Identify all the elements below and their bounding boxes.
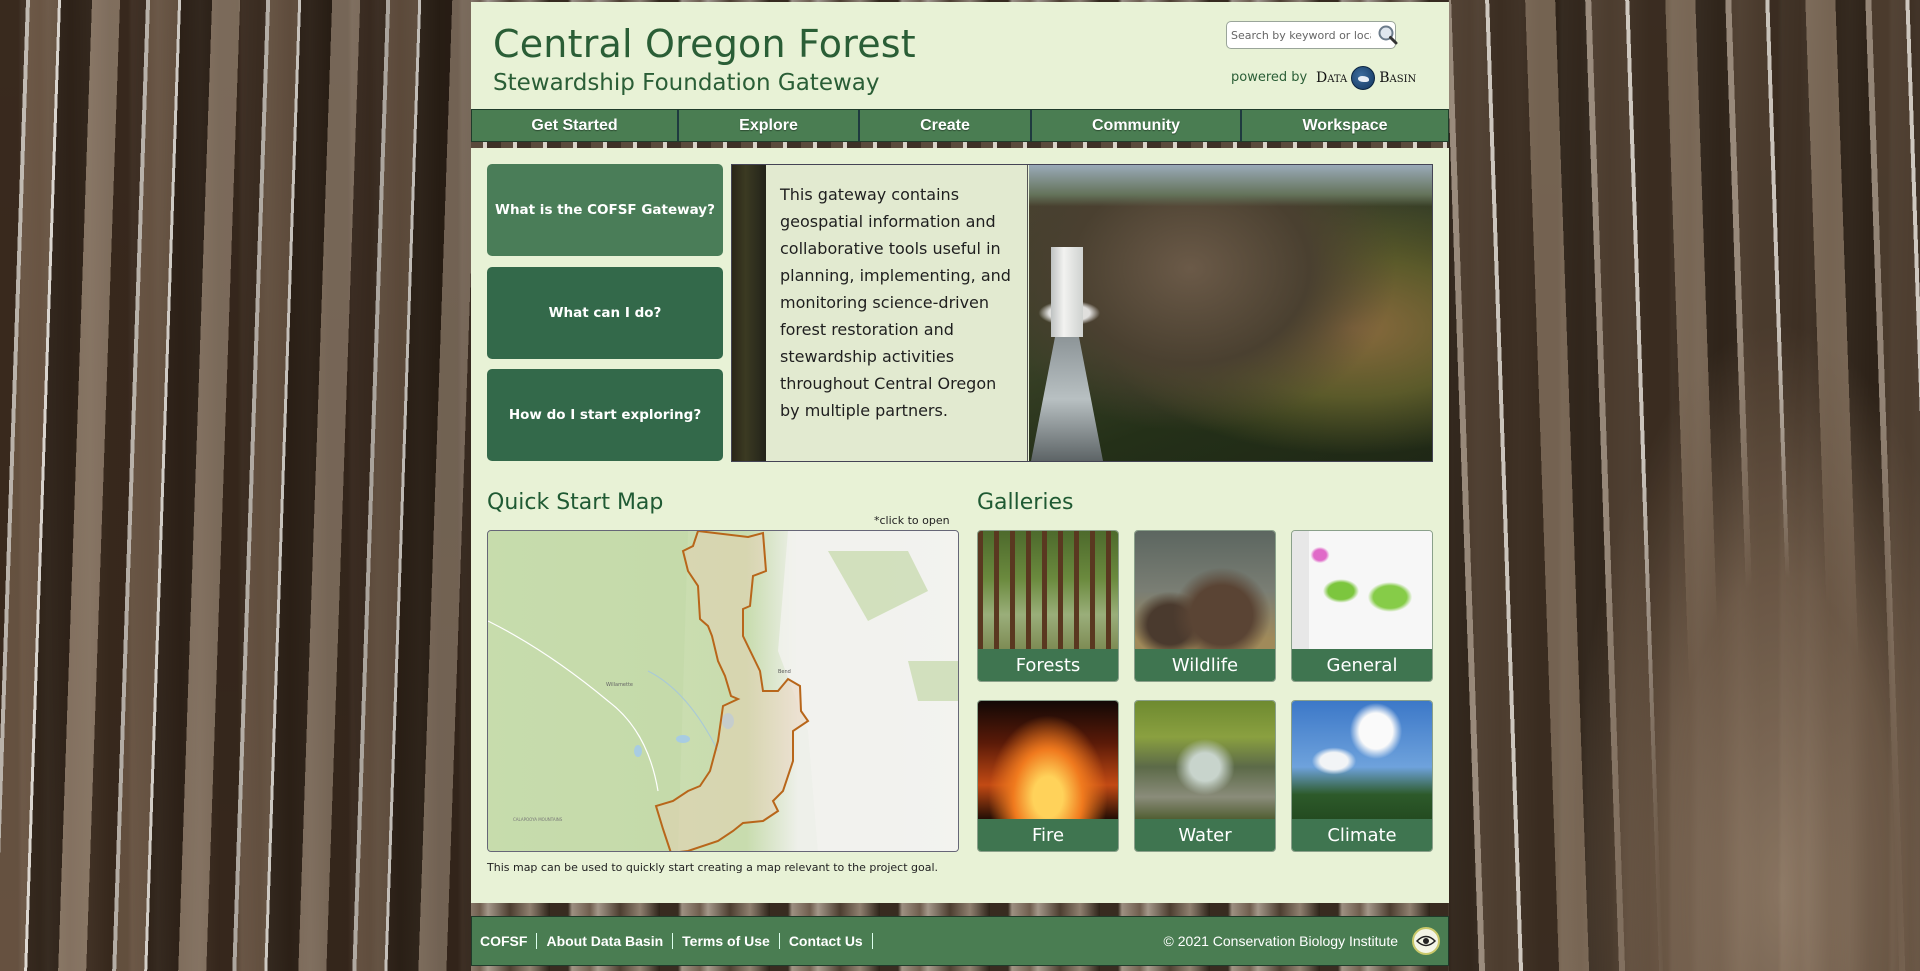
footer-link-cofsf[interactable]: COFSF	[480, 933, 538, 949]
gallery-label: Water	[1135, 819, 1275, 851]
climate-image	[1292, 701, 1432, 821]
search-box	[1226, 21, 1399, 49]
quick-start-map[interactable]: Willamette Bend CALAPOOYA MOUNTAINS	[487, 530, 959, 852]
site-subtitle[interactable]: Stewardship Foundation Gateway	[493, 70, 880, 96]
nav-explore[interactable]: Explore	[679, 110, 860, 141]
svg-text:Willamette: Willamette	[606, 682, 633, 688]
search-icon[interactable]	[1377, 24, 1399, 46]
site-header: Central Oregon Forest Stewardship Founda…	[471, 2, 1449, 109]
site-footer: COFSF About Data Basin Terms of Use Cont…	[471, 916, 1449, 966]
copyright-text: © 2021 Conservation Biology Institute	[1163, 933, 1398, 949]
click-to-open-note: *click to open	[874, 514, 950, 527]
map-graphic: Willamette Bend CALAPOOYA MOUNTAINS	[488, 531, 958, 851]
quick-start-map-title: Quick Start Map	[487, 490, 664, 515]
footer-link-contact[interactable]: Contact Us	[780, 933, 873, 949]
data-basin-globe-icon	[1351, 66, 1376, 90]
water-image	[1135, 701, 1275, 821]
what-can-i-do-button[interactable]: What can I do?	[487, 267, 723, 359]
svg-text:Bend: Bend	[778, 669, 791, 675]
map-caption: This map can be used to quickly start cr…	[487, 861, 939, 874]
powered-by-label: powered by	[1231, 70, 1308, 85]
data-basin-logo-right: Basin	[1379, 70, 1417, 86]
nav-workspace[interactable]: Workspace	[1242, 110, 1448, 141]
gallery-label: General	[1292, 649, 1432, 681]
gallery-climate[interactable]: Climate	[1291, 700, 1433, 852]
gallery-fire[interactable]: Fire	[977, 700, 1119, 852]
gallery-wildlife[interactable]: Wildlife	[1134, 530, 1276, 682]
search-input[interactable]	[1231, 28, 1371, 42]
gallery-general[interactable]: General	[1291, 530, 1433, 682]
main-content: What is the COFSF Gateway? What can I do…	[471, 148, 1449, 903]
intro-photo-strip	[732, 165, 766, 461]
wildlife-image	[1135, 531, 1275, 651]
what-is-gateway-button[interactable]: What is the COFSF Gateway?	[487, 164, 723, 256]
footer-link-terms[interactable]: Terms of Use	[673, 933, 780, 949]
nav-community[interactable]: Community	[1032, 110, 1242, 141]
nav-create[interactable]: Create	[860, 110, 1032, 141]
waterfall-photo	[1029, 165, 1432, 461]
site-title[interactable]: Central Oregon Forest	[493, 22, 916, 66]
data-basin-logo[interactable]: Data Basin	[1316, 65, 1416, 91]
data-basin-logo-left: Data	[1316, 70, 1348, 86]
how-to-start-button[interactable]: How do I start exploring?	[487, 369, 723, 461]
intro-text: This gateway contains geospatial informa…	[766, 165, 1028, 461]
forest-background-left	[0, 0, 471, 971]
gallery-forests[interactable]: Forests	[977, 530, 1119, 682]
forest-background-right	[1449, 0, 1920, 971]
galleries-title: Galleries	[977, 490, 1074, 515]
cbi-eye-logo-icon[interactable]	[1412, 927, 1440, 955]
gallery-label: Climate	[1292, 819, 1432, 851]
intro-panel: This gateway contains geospatial informa…	[731, 164, 1433, 462]
gallery-label: Wildlife	[1135, 649, 1275, 681]
nav-get-started[interactable]: Get Started	[472, 110, 679, 141]
waterfall-shape	[1051, 247, 1083, 337]
gallery-label: Forests	[978, 649, 1118, 681]
forests-image	[978, 531, 1118, 651]
stream-shape	[1031, 337, 1103, 461]
main-nav: Get Started Explore Create Community Wor…	[471, 109, 1449, 142]
svg-text:CALAPOOYA MOUNTAINS: CALAPOOYA MOUNTAINS	[513, 817, 563, 822]
page-container: Central Oregon Forest Stewardship Founda…	[471, 0, 1449, 971]
general-map-image	[1292, 531, 1432, 651]
fire-image	[978, 701, 1118, 821]
footer-link-about[interactable]: About Data Basin	[537, 933, 674, 949]
gallery-water[interactable]: Water	[1134, 700, 1276, 852]
gallery-label: Fire	[978, 819, 1118, 851]
